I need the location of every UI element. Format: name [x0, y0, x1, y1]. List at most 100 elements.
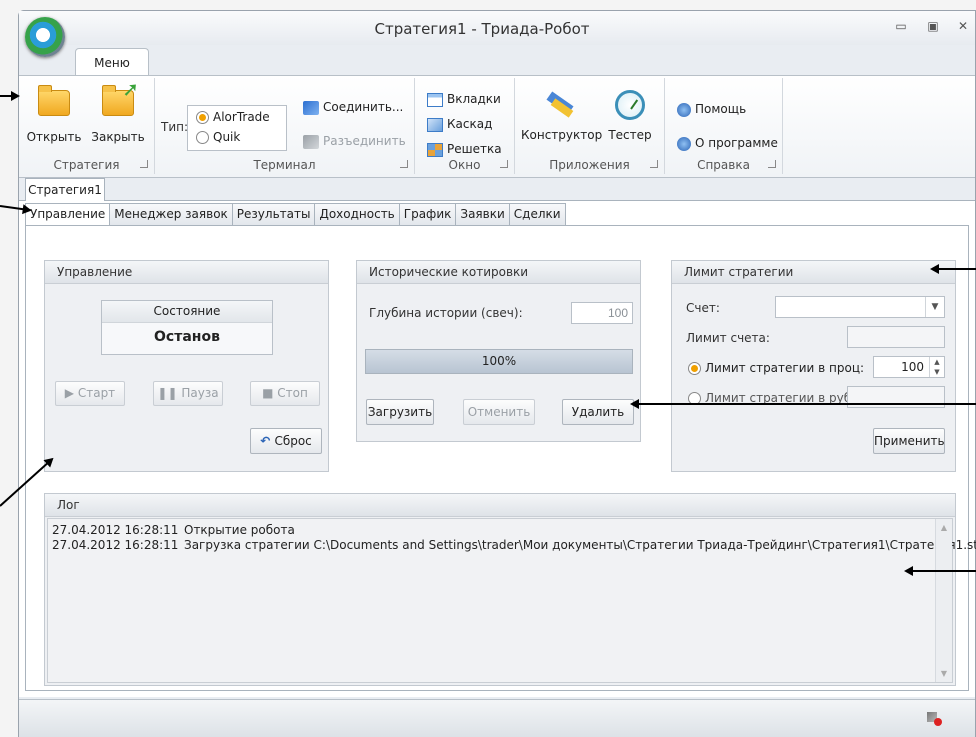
help-button[interactable]: Помощь — [677, 102, 746, 117]
delete-button[interactable]: Удалить — [562, 399, 634, 425]
window-launcher-icon[interactable] — [500, 160, 508, 168]
radio-on-icon — [688, 362, 701, 375]
about-label: О программе — [695, 136, 778, 150]
undo-icon: ↶ — [260, 434, 275, 448]
help-launcher-icon[interactable] — [768, 160, 776, 168]
reset-button[interactable]: ↶ Сброс — [250, 428, 322, 454]
cancel-button[interactable]: Отменить — [463, 399, 535, 425]
log-panel-title: Лог — [45, 494, 955, 517]
annotation-arrow — [0, 205, 30, 212]
log-list[interactable]: 27.04.2012 16:28:11 Открытие робота 27.04… — [47, 518, 976, 683]
constructor-button[interactable]: Конструктор — [521, 90, 602, 142]
tester-label: Тестер — [608, 128, 652, 142]
radio-on-icon — [196, 111, 209, 124]
constructor-icon — [545, 90, 577, 120]
group-label-apps: Приложения — [549, 158, 630, 172]
start-label: Старт — [77, 386, 116, 400]
group-label-strategy: Стратегия — [53, 158, 120, 172]
ribbon-group-apps: Конструктор Тестер Приложения — [515, 78, 665, 174]
cascade-label: Каскад — [447, 117, 493, 131]
state-box: Состояние Останов — [101, 300, 273, 355]
load-button[interactable]: Загрузить — [366, 399, 434, 425]
log-time: 27.04.2012 16:28:11 — [52, 538, 179, 552]
terminal-launcher-icon[interactable] — [400, 160, 408, 168]
stop-button[interactable]: ■ Стоп — [250, 381, 320, 406]
grid-label: Решетка — [447, 142, 502, 156]
start-button[interactable]: ▶ Старт — [55, 381, 125, 406]
title-bar[interactable]: Стратегия1 - Триада-Робот ▭ ▣ ✕ — [19, 11, 975, 45]
limit-percent-spinner[interactable]: 100 ▲ ▼ — [873, 356, 945, 378]
quik-label: Quik — [213, 130, 241, 144]
tester-button[interactable]: Тестер — [605, 90, 655, 142]
progress-bar: 100% — [365, 349, 633, 374]
tab-order-manager[interactable]: Менеджер заявок — [110, 203, 233, 226]
state-label: Состояние — [102, 301, 272, 323]
radio-quik[interactable]: Quik — [196, 130, 240, 144]
tab-chart[interactable]: График — [399, 203, 457, 226]
close-button[interactable]: ➚ Закрыть — [89, 77, 147, 144]
cascade-icon — [427, 117, 443, 132]
apply-button[interactable]: Применить — [873, 428, 945, 454]
connection-status-icon[interactable] — [927, 710, 942, 726]
tab-menu[interactable]: Меню — [75, 48, 149, 77]
log-time: 27.04.2012 16:28:11 — [52, 523, 179, 537]
tab-deals[interactable]: Сделки — [509, 203, 566, 226]
play-icon: ▶ — [64, 386, 78, 400]
strategy-launcher-icon[interactable] — [140, 160, 148, 168]
folder-open-icon — [38, 85, 70, 116]
tab-results[interactable]: Результаты — [232, 203, 316, 226]
radio-alortrade[interactable]: AlorTrade — [196, 110, 270, 124]
minimize-icon[interactable]: ▭ — [891, 19, 911, 37]
depth-input[interactable] — [571, 302, 633, 324]
history-panel-title: Исторические котировки — [357, 261, 640, 284]
log-message: Открытие робота — [184, 523, 295, 537]
radio-limit-percent[interactable]: Лимит стратегии в проц: — [688, 361, 864, 375]
open-button[interactable]: Открыть — [25, 85, 83, 144]
tab-strategy1[interactable]: Стратегия1 — [25, 178, 105, 201]
app-logo-icon[interactable] — [25, 17, 65, 57]
alortrade-label: AlorTrade — [213, 110, 270, 124]
tab-orders[interactable]: Заявки — [456, 203, 510, 226]
disconnect-button[interactable]: Разъединить — [303, 134, 406, 149]
history-panel: Исторические котировки Глубина истории (… — [356, 260, 641, 442]
scroll-up-icon[interactable]: ▲ — [936, 523, 952, 532]
stop-icon: ■ — [262, 386, 278, 400]
tab-control[interactable]: Управление — [25, 203, 111, 226]
limit-panel-title: Лимит стратегии — [672, 261, 955, 284]
account-select[interactable]: ▼ — [775, 296, 945, 318]
tabs-button[interactable]: Вкладки — [427, 92, 501, 107]
apps-launcher-icon[interactable] — [650, 160, 658, 168]
ribbon-group-window: Вкладки Каскад Решетка Окно — [415, 78, 515, 174]
account-limit-field[interactable] — [847, 326, 945, 348]
limit-percent-value: 100 — [901, 360, 924, 374]
radio-off-icon — [196, 131, 209, 144]
type-label: Тип: — [161, 120, 189, 134]
cascade-button[interactable]: Каскад — [427, 117, 492, 132]
scroll-down-icon[interactable]: ▼ — [936, 669, 952, 678]
about-button[interactable]: О программе — [677, 136, 778, 151]
connect-button[interactable]: Соединить... — [303, 100, 403, 115]
log-message: Загрузка стратегии C:\Documents and Sett… — [184, 538, 976, 552]
log-scrollbar[interactable]: ▲ ▼ — [935, 519, 952, 682]
ribbon-group-terminal: Тип: AlorTrade Quik Соединить... Разъеди… — [155, 78, 415, 174]
group-label-terminal: Терминал — [253, 158, 316, 172]
spinner-arrows-icon[interactable]: ▲ ▼ — [929, 357, 944, 377]
maximize-icon[interactable]: ▣ — [923, 19, 943, 37]
depth-label: Глубина истории (свеч): — [369, 306, 523, 320]
app-window: Стратегия1 - Триада-Робот ▭ ▣ ✕ Меню Отк… — [18, 10, 976, 737]
account-label: Счет: — [686, 301, 720, 315]
pause-button[interactable]: ❚❚ Пауза — [153, 381, 223, 406]
close-icon[interactable]: ✕ — [953, 19, 973, 37]
folder-close-icon: ➚ — [102, 77, 139, 116]
ribbon-group-help: Помощь О программе Справка — [665, 78, 783, 174]
account-limit-label: Лимит счета: — [686, 331, 770, 345]
tabs-label: Вкладки — [447, 92, 501, 106]
state-value: Останов — [154, 329, 220, 345]
chevron-down-icon[interactable]: ▼ — [925, 297, 944, 317]
info-icon — [677, 136, 691, 151]
grid-button[interactable]: Решетка — [427, 142, 502, 157]
grid-icon — [427, 142, 443, 157]
tab-profit[interactable]: Доходность — [315, 203, 400, 226]
pause-icon: ❚❚ — [157, 386, 182, 400]
stop-label: Стоп — [277, 386, 308, 400]
